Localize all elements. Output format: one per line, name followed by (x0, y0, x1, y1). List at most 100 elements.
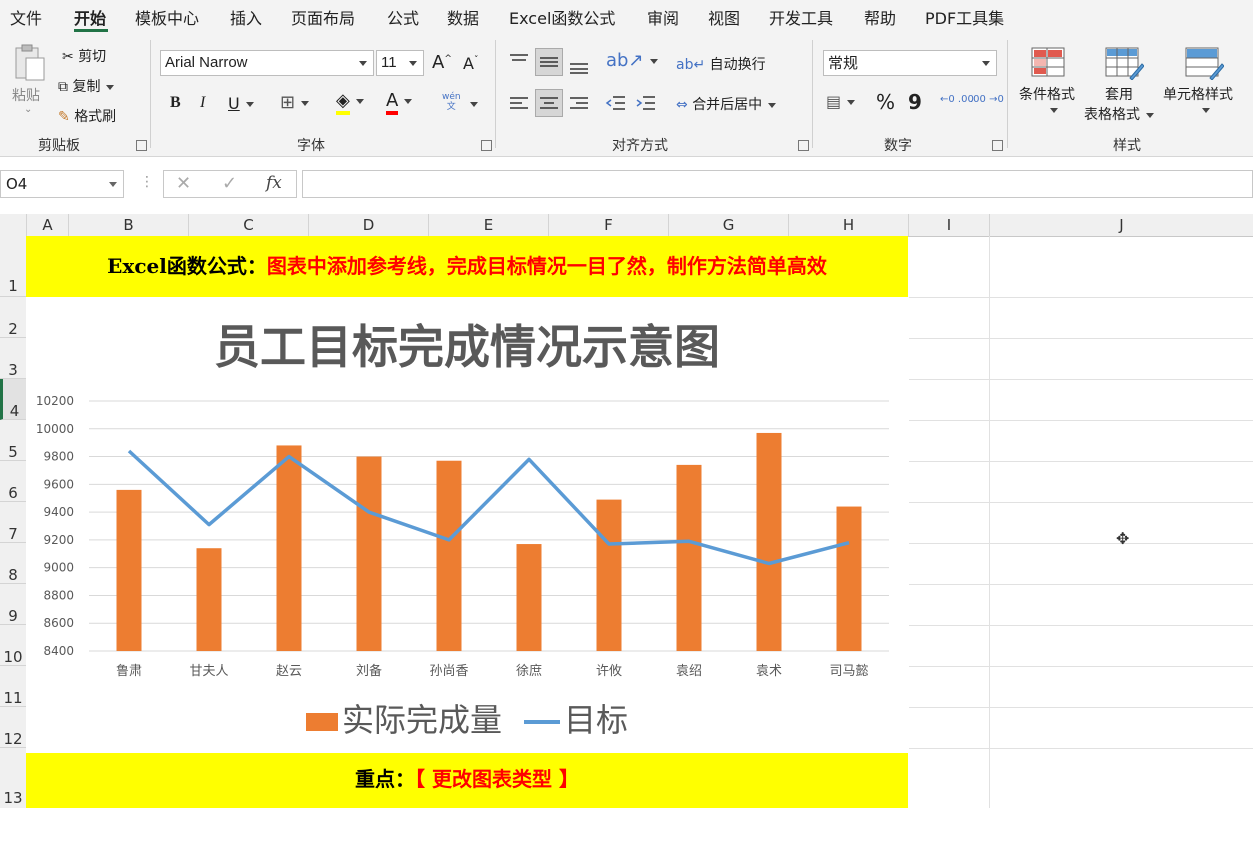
column-header[interactable]: E (429, 214, 549, 236)
italic-button[interactable]: I (200, 94, 205, 112)
format-painter-button[interactable]: ✎ 格式刷 (58, 106, 116, 126)
row-header[interactable]: 9 (0, 584, 26, 625)
align-middle-icon[interactable] (535, 48, 563, 76)
column-header[interactable]: I (909, 214, 990, 236)
cell-styles-label[interactable]: 单元格样式 (1163, 84, 1233, 104)
fill-color-button[interactable]: ◈ (336, 90, 364, 115)
percent-button[interactable]: % (876, 90, 895, 114)
row-header[interactable]: 6 (0, 461, 26, 502)
number-format-combo[interactable]: 常规 (823, 50, 997, 76)
row-header[interactable]: 2 (0, 297, 26, 338)
select-all-corner[interactable] (0, 214, 27, 236)
copy-label: 复制 (72, 79, 101, 95)
wrap-text-button[interactable]: ab↵ 自动换行 (676, 54, 766, 74)
align-bottom-icon[interactable] (568, 52, 590, 78)
align-right-icon[interactable] (568, 94, 590, 118)
tab-help[interactable]: 帮助 (864, 5, 896, 29)
conditional-format-label[interactable]: 条件格式 (1019, 84, 1075, 104)
decrease-font-icon[interactable]: Aˇ (463, 54, 478, 73)
format-as-table-label-2[interactable]: 表格格式 (1084, 104, 1154, 124)
increase-indent-icon[interactable] (635, 94, 657, 118)
formula-input[interactable] (302, 170, 1253, 198)
align-center-icon[interactable] (535, 89, 563, 117)
cut-button[interactable]: ✂ 剪切 (62, 46, 106, 66)
tab-review[interactable]: 审阅 (647, 5, 679, 29)
column-header[interactable]: J (990, 214, 1253, 236)
tab-insert[interactable]: 插入 (230, 5, 262, 29)
merge-center-button[interactable]: ⇔ 合并后居中 (676, 94, 777, 114)
chart-legend[interactable]: 实际完成量 目标 (26, 695, 908, 741)
row-header[interactable]: 11 (0, 666, 26, 707)
font-name-combo[interactable]: Arial Narrow (160, 50, 374, 76)
copy-dropdown-icon[interactable] (106, 84, 115, 90)
top-banner[interactable]: Excel函数公式：图表中添加参考线，完成目标情况一目了然，制作方法简单高效 (26, 236, 908, 297)
conditional-format-icon[interactable] (1030, 46, 1066, 82)
tab-file[interactable]: 文件 (10, 5, 42, 29)
paste-icon[interactable] (12, 44, 48, 84)
align-left-icon[interactable] (508, 94, 530, 118)
column-header[interactable]: A (27, 214, 69, 236)
format-as-table-icon[interactable] (1104, 46, 1145, 84)
column-header[interactable]: B (69, 214, 189, 236)
number-launcher-icon[interactable] (992, 140, 1003, 151)
formula-bar-grip-icon[interactable]: ⋮ (140, 174, 154, 190)
font-size-combo[interactable]: 11 (376, 50, 424, 76)
increase-decimal-button[interactable]: ←0 .00 (940, 94, 974, 105)
row-header[interactable]: 5 (0, 420, 26, 461)
phonetic-dropdown-icon[interactable] (464, 96, 478, 112)
font-color-button[interactable]: A (386, 90, 413, 115)
decrease-indent-icon[interactable] (605, 94, 627, 118)
font-launcher-icon[interactable] (481, 140, 492, 151)
align-top-icon[interactable] (508, 52, 530, 76)
tab-page-layout[interactable]: 页面布局 (291, 5, 355, 29)
tab-formulas[interactable]: 公式 (387, 5, 419, 29)
cell-styles-dropdown-icon[interactable] (1196, 102, 1210, 118)
format-as-table-label-1[interactable]: 套用 (1105, 84, 1133, 104)
row-header[interactable]: 4 (0, 379, 26, 420)
chart[interactable]: 员工目标完成情况示意图 8400 8600 8800 9000 9200 9400 9600… (26, 297, 908, 753)
tab-view[interactable]: 视图 (708, 5, 740, 29)
decrease-decimal-button[interactable]: .00 →0 (970, 94, 1004, 105)
tab-developer[interactable]: 开发工具 (769, 5, 833, 29)
name-box[interactable]: O4 (0, 170, 124, 198)
tab-excel-functions[interactable]: Excel函数公式 (509, 5, 615, 29)
tab-pdf-tools[interactable]: PDF工具集 (925, 5, 1004, 29)
tab-template-center[interactable]: 模板中心 (135, 5, 199, 29)
phonetic-button[interactable]: wén 文 (442, 92, 461, 112)
orientation-button[interactable]: ab↗ (606, 50, 658, 71)
paste-label[interactable]: 粘贴 (12, 85, 40, 105)
column-header[interactable]: D (309, 214, 429, 236)
paste-dropdown-icon[interactable]: ⌄ (24, 104, 32, 115)
column-header[interactable]: C (189, 214, 309, 236)
cancel-icon[interactable]: ✕ (176, 173, 191, 194)
comma-style-button[interactable]: 9 (908, 90, 922, 114)
row-header[interactable]: 12 (0, 707, 26, 748)
cell-styles-icon[interactable] (1184, 46, 1225, 84)
column-header[interactable]: H (789, 214, 909, 236)
clipboard-launcher-icon[interactable] (136, 140, 147, 151)
row-header[interactable]: 13 (0, 748, 26, 808)
underline-button[interactable]: U (228, 94, 254, 113)
enter-check-icon[interactable]: ✓ (222, 173, 237, 194)
tab-home[interactable]: 开始 (74, 5, 106, 29)
column-header[interactable]: G (669, 214, 789, 236)
row-header[interactable]: 7 (0, 502, 26, 543)
insert-function-icon[interactable]: fx (266, 173, 282, 193)
copy-button[interactable]: ⧉ 复制 (58, 76, 115, 96)
row-header[interactable]: 1 (0, 236, 26, 297)
conditional-format-dropdown-icon[interactable] (1044, 102, 1058, 118)
row-header[interactable]: 10 (0, 625, 26, 666)
increase-font-icon[interactable]: A^ (432, 52, 452, 73)
chevron-down-icon[interactable] (109, 182, 117, 187)
wrap-text-label: 自动换行 (709, 57, 766, 73)
accounting-button[interactable]: ▤ (826, 92, 856, 111)
bottom-banner[interactable]: 重点：【 更改图表类型 】 (26, 753, 908, 808)
row-header[interactable]: 3 (0, 338, 26, 379)
border-button[interactable]: ⊞ (280, 92, 310, 113)
alignment-launcher-icon[interactable] (798, 140, 809, 151)
chart-plot[interactable]: 8400 8600 8800 9000 9200 9400 9600 9800 10000 102… (26, 297, 908, 753)
bold-button[interactable]: B (170, 94, 181, 112)
column-header[interactable]: F (549, 214, 669, 236)
tab-data[interactable]: 数据 (447, 5, 479, 29)
row-header[interactable]: 8 (0, 543, 26, 584)
